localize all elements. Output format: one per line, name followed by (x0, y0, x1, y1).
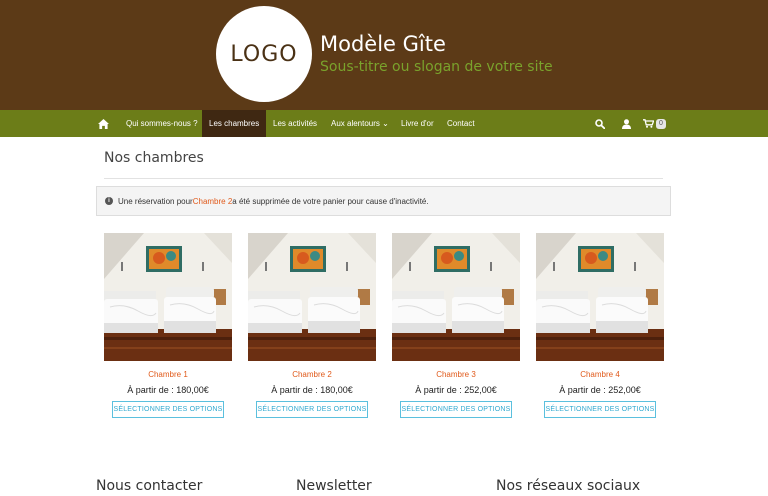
site-title[interactable]: Modèle Gîte (320, 32, 446, 56)
footer-newsletter-heading: Newsletter (296, 478, 372, 494)
info-icon: i (105, 197, 113, 205)
select-options-button[interactable]: SÉLECTIONNER DES OPTIONS (112, 401, 224, 418)
nav-item-activities[interactable]: Les activités (266, 110, 324, 137)
product-price: À partir de : 180,00€ (127, 385, 209, 395)
product-card: Chambre 1 À partir de : 180,00€ SÉLECTIO… (104, 233, 232, 418)
nav-item-guestbook[interactable]: Livre d'or (394, 110, 441, 137)
product-name[interactable]: Chambre 1 (104, 370, 232, 379)
product-card: Chambre 3 À partir de : 252,00€ SÉLECTIO… (392, 233, 520, 418)
product-image[interactable] (104, 233, 232, 361)
select-options-button[interactable]: SÉLECTIONNER DES OPTIONS (544, 401, 656, 418)
logo-text: LOGO (230, 41, 298, 67)
nav-item-contact[interactable]: Contact (440, 110, 482, 137)
footer-social-heading: Nos réseaux sociaux (496, 478, 641, 494)
page-title: Nos chambres (104, 150, 204, 166)
nav-item-rooms[interactable]: Les chambres (202, 110, 267, 137)
cart-icon (643, 119, 654, 128)
product-image[interactable] (392, 233, 520, 361)
product-name[interactable]: Chambre 3 (392, 370, 520, 379)
footer-contact-heading: Nous contacter (96, 478, 203, 494)
search-icon (595, 118, 605, 129)
notice-text-before: Une réservation pour (118, 196, 193, 206)
site-logo[interactable]: LOGO (216, 6, 312, 102)
product-name[interactable]: Chambre 4 (536, 370, 664, 379)
product-image[interactable] (248, 233, 376, 361)
site-slogan: Sous-titre ou slogan de votre site (320, 59, 553, 75)
cart-notice: i Une réservation pour Chambre 2 a été s… (96, 186, 671, 216)
site-header: LOGO Modèle Gîte Sous-titre ou slogan de… (0, 0, 768, 110)
product-card: Chambre 2 À partir de : 180,00€ SÉLECTIO… (248, 233, 376, 418)
product-price: À partir de : 252,00€ (559, 385, 641, 395)
product-price: À partir de : 180,00€ (271, 385, 353, 395)
select-options-button[interactable]: SÉLECTIONNER DES OPTIONS (400, 401, 512, 418)
notice-text-after: a été supprimée de votre panier pour cau… (232, 196, 429, 206)
product-image[interactable] (536, 233, 664, 361)
cart-count-badge: 0 (656, 118, 666, 129)
home-link[interactable] (92, 110, 114, 137)
select-options-button[interactable]: SÉLECTIONNER DES OPTIONS (256, 401, 368, 418)
product-price: À partir de : 252,00€ (415, 385, 497, 395)
product-card: Chambre 4 À partir de : 252,00€ SÉLECTIO… (536, 233, 664, 418)
nav-item-about[interactable]: Qui sommes-nous ? (119, 110, 205, 137)
product-name[interactable]: Chambre 2 (248, 370, 376, 379)
user-icon (621, 118, 631, 129)
notice-room-link[interactable]: Chambre 2 (193, 197, 233, 206)
title-divider (104, 178, 663, 179)
nav-item-surroundings[interactable]: Aux alentours ⌄ (324, 110, 396, 137)
main-navigation: Qui sommes-nous ? Les chambres Les activ… (0, 110, 768, 137)
account-button[interactable] (618, 110, 634, 137)
search-button[interactable] (592, 110, 608, 137)
cart-button[interactable]: 0 (643, 110, 673, 137)
home-icon (97, 118, 109, 129)
